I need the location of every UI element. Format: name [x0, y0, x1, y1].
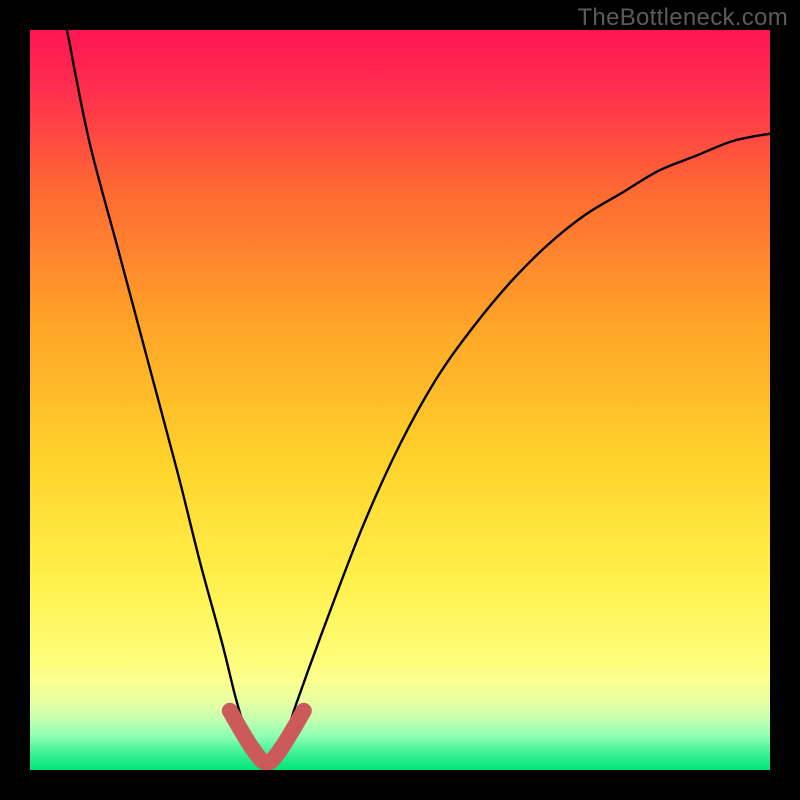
watermark-text: TheBottleneck.com: [577, 4, 788, 32]
plot-area: [30, 30, 770, 770]
stage: TheBottleneck.com: [0, 0, 800, 800]
bottleneck-curve: [67, 30, 770, 763]
curve-overlay: [30, 30, 770, 770]
valley-highlight: [230, 711, 304, 763]
